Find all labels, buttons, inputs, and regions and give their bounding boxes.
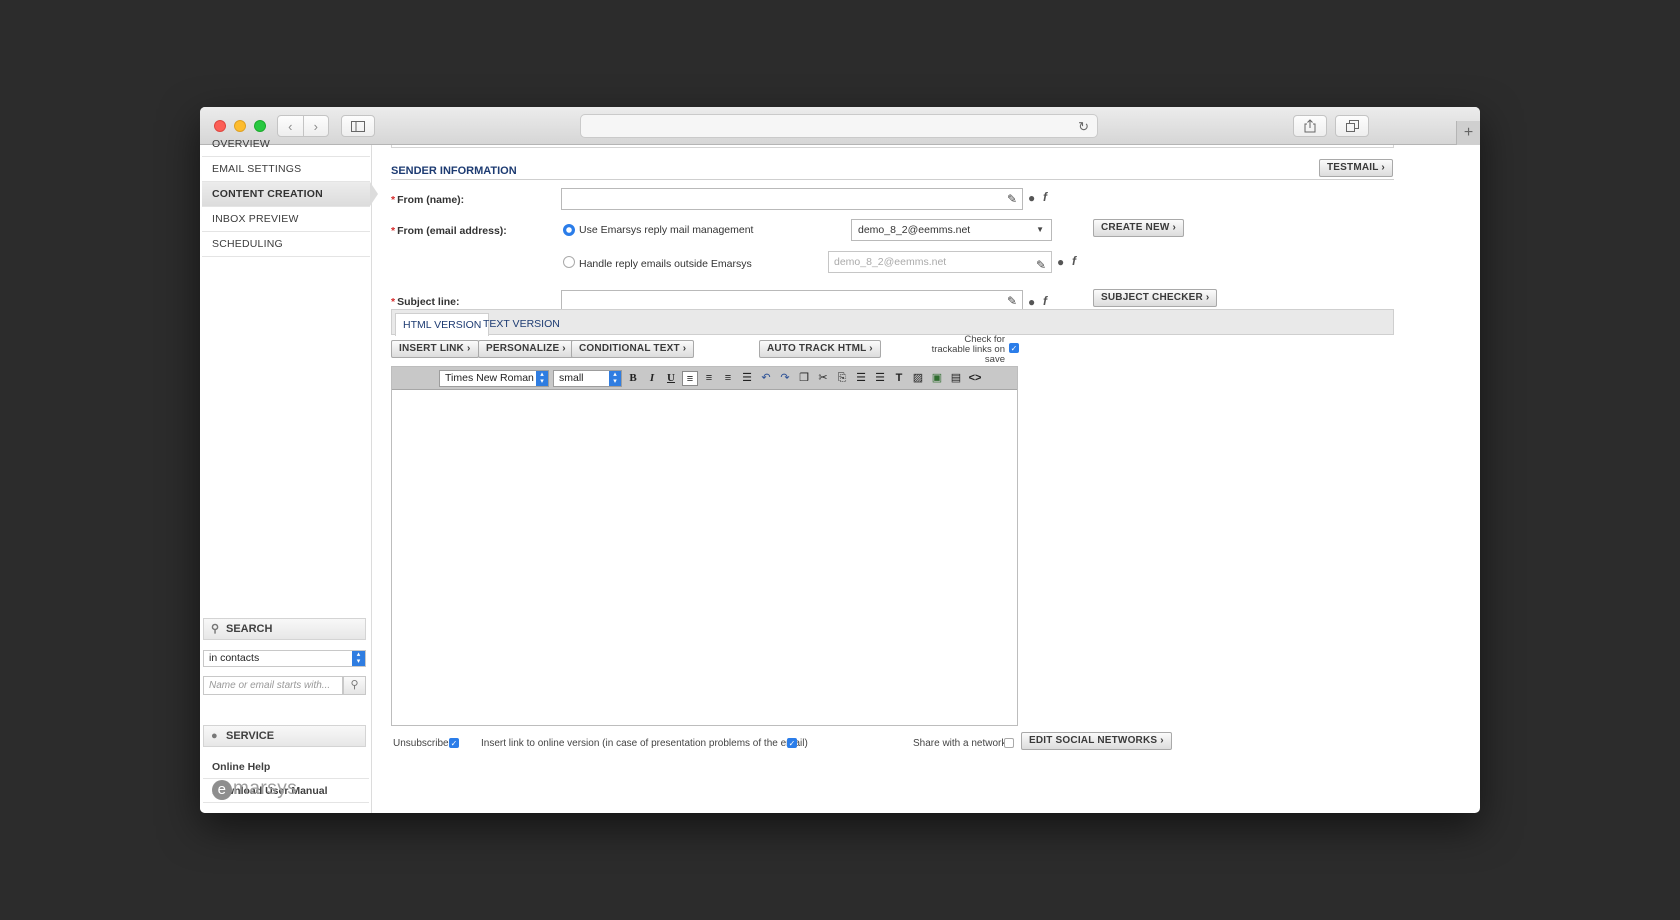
insert-table-icon[interactable]: ▤ bbox=[948, 371, 964, 386]
subject-label: * Subject line: bbox=[391, 296, 460, 308]
share-network-checkbox[interactable] bbox=[1004, 738, 1014, 748]
create-new-button[interactable]: CREATE NEW › bbox=[1093, 219, 1184, 237]
online-version-label: Insert link to online version (in case o… bbox=[481, 738, 808, 749]
search-icon: ⚲ bbox=[211, 623, 220, 635]
contact-search-input[interactable]: Name or email starts with... bbox=[203, 676, 343, 695]
magnifier-icon: ⚲ bbox=[350, 679, 359, 691]
personalization-icon[interactable]: ● bbox=[1028, 295, 1035, 309]
copy-icon[interactable]: ❐ bbox=[796, 371, 812, 386]
italic-icon[interactable]: I bbox=[644, 371, 660, 386]
align-left-icon[interactable]: ≡ bbox=[682, 371, 698, 386]
from-name-field[interactable]: ✎ bbox=[561, 188, 1023, 210]
from-name-label: * From (name): bbox=[391, 194, 465, 206]
new-tab-icon[interactable]: + bbox=[1456, 121, 1480, 145]
function-icon[interactable]: f bbox=[1043, 294, 1047, 308]
align-right-icon[interactable]: ≡ bbox=[720, 371, 736, 386]
browser-toolbar: ‹ › ↻ + bbox=[200, 107, 1480, 145]
select-arrows-icon: ▴ ▾ bbox=[352, 651, 365, 666]
search-scope-select[interactable]: in contacts ▴ ▾ bbox=[203, 650, 366, 667]
person-icon: ● bbox=[211, 730, 218, 742]
share-icon[interactable] bbox=[1293, 115, 1327, 137]
bullet-list-icon[interactable]: ☰ bbox=[872, 371, 888, 386]
edit-social-networks-button[interactable]: EDIT SOCIAL NETWORKS › bbox=[1021, 732, 1172, 750]
online-version-checkbox[interactable]: ✓ bbox=[787, 738, 797, 748]
reply-address-select[interactable]: demo_8_2@eemms.net ▼ bbox=[851, 219, 1052, 241]
check-trackable-label: Check for trackable links on save bbox=[931, 334, 1005, 365]
ordered-list-icon[interactable]: ☰ bbox=[853, 371, 869, 386]
reload-icon[interactable]: ↻ bbox=[1078, 119, 1089, 135]
align-center-icon[interactable]: ≡ bbox=[701, 371, 717, 386]
handle-outside-radio[interactable] bbox=[563, 256, 575, 268]
sidebar: OVERVIEW EMAIL SETTINGS CONTENT CREATION… bbox=[200, 138, 378, 813]
unsubscribe-checkbox[interactable]: ✓ bbox=[449, 738, 459, 748]
close-window-button[interactable] bbox=[214, 120, 226, 132]
bold-icon[interactable]: B bbox=[625, 371, 641, 386]
html-editor[interactable]: Times New Roman ▴ ▾ small ▴ ▾ B I U ≡ ≡ ≡ … bbox=[391, 366, 1018, 726]
undo-icon[interactable]: ↶ bbox=[758, 371, 774, 386]
minimize-window-button[interactable] bbox=[234, 120, 246, 132]
search-submit-button[interactable]: ⚲ bbox=[343, 676, 366, 695]
testmail-button[interactable]: TESTMAIL › bbox=[1319, 159, 1393, 177]
sidebar-item-scheduling[interactable]: SCHEDULING bbox=[202, 232, 370, 257]
pencil-icon[interactable]: ✎ bbox=[1036, 255, 1046, 275]
personalization-icon[interactable]: ● bbox=[1028, 191, 1035, 205]
chevron-down-icon: ▼ bbox=[1036, 225, 1044, 234]
text-color-icon[interactable]: T bbox=[891, 371, 907, 386]
insert-link-button[interactable]: INSERT LINK › bbox=[391, 340, 479, 358]
select-arrows-icon: ▴ ▾ bbox=[609, 371, 621, 386]
redo-icon[interactable]: ↷ bbox=[777, 371, 793, 386]
cut-icon[interactable]: ✂ bbox=[815, 371, 831, 386]
sidebar-item-content-creation[interactable]: CONTENT CREATION bbox=[202, 182, 378, 207]
editor-toolbar: Times New Roman ▴ ▾ small ▴ ▾ B I U ≡ ≡ ≡ … bbox=[392, 367, 1017, 390]
sidebar-item-overview[interactable]: OVERVIEW bbox=[202, 132, 370, 157]
pencil-icon[interactable]: ✎ bbox=[1007, 294, 1017, 308]
share-network-label: Share with a network bbox=[913, 738, 1007, 749]
sidebar-item-inbox-preview[interactable]: INBOX PREVIEW bbox=[202, 207, 370, 232]
personalize-button[interactable]: PERSONALIZE › bbox=[478, 340, 574, 358]
font-family-select[interactable]: Times New Roman ▴ ▾ bbox=[439, 370, 549, 387]
section-title: SENDER INFORMATION bbox=[391, 165, 517, 177]
insert-image-icon[interactable]: ▣ bbox=[929, 371, 945, 386]
personalization-icon[interactable]: ● bbox=[1057, 255, 1064, 269]
align-justify-icon[interactable]: ☰ bbox=[739, 371, 755, 386]
tab-text-version[interactable]: TEXT VERSION bbox=[476, 313, 567, 336]
zoom-window-button[interactable] bbox=[254, 120, 266, 132]
underline-icon[interactable]: U bbox=[663, 371, 679, 386]
subject-checker-button[interactable]: SUBJECT CHECKER › bbox=[1093, 289, 1218, 307]
tabs-overview-icon[interactable] bbox=[1335, 115, 1369, 137]
content-tabs: HTML VERSION TEXT VERSION bbox=[391, 309, 1394, 336]
function-icon[interactable]: f bbox=[1072, 254, 1076, 268]
pencil-icon[interactable]: ✎ bbox=[1007, 192, 1017, 206]
check-trackable-checkbox[interactable]: ✓ bbox=[1009, 343, 1019, 353]
handle-outside-label: Handle reply emails outside Emarsys bbox=[579, 258, 752, 270]
auto-track-html-button[interactable]: AUTO TRACK HTML › bbox=[759, 340, 881, 358]
font-size-select[interactable]: small ▴ ▾ bbox=[553, 370, 622, 387]
use-emarsys-radio[interactable] bbox=[563, 224, 575, 236]
divider bbox=[391, 179, 1394, 180]
paste-icon[interactable]: ⎘ bbox=[834, 371, 850, 386]
sidebar-item-email-settings[interactable]: EMAIL SETTINGS bbox=[202, 157, 370, 182]
search-panel-header: ⚲ SEARCH bbox=[203, 618, 366, 640]
function-icon[interactable]: f bbox=[1043, 190, 1047, 204]
address-bar[interactable]: ↻ bbox=[580, 114, 1098, 138]
conditional-text-button[interactable]: CONDITIONAL TEXT › bbox=[571, 340, 695, 358]
content-creation-main: SENDER INFORMATION TESTMAIL › * From (nam… bbox=[372, 145, 1480, 813]
from-email-label: * From (email address): bbox=[391, 225, 507, 237]
reply-address-input[interactable]: demo_8_2@eemms.net ✎ bbox=[828, 251, 1052, 273]
background-color-icon[interactable]: ▨ bbox=[910, 371, 926, 386]
service-panel-header: ● SERVICE bbox=[203, 725, 366, 747]
divider bbox=[391, 145, 1394, 148]
emarsys-logo: e marsys bbox=[212, 778, 297, 800]
select-arrows-icon: ▴ ▾ bbox=[536, 371, 548, 386]
source-code-icon[interactable]: <> bbox=[967, 371, 983, 386]
use-emarsys-label: Use Emarsys reply mail management bbox=[579, 224, 754, 236]
online-help-link[interactable]: Online Help bbox=[203, 756, 369, 779]
browser-window: ‹ › ↻ + OVERVIEW EMAIL SETTINGS CONTENT … bbox=[200, 107, 1480, 813]
unsubscribe-label: Unsubscribe bbox=[393, 738, 449, 749]
